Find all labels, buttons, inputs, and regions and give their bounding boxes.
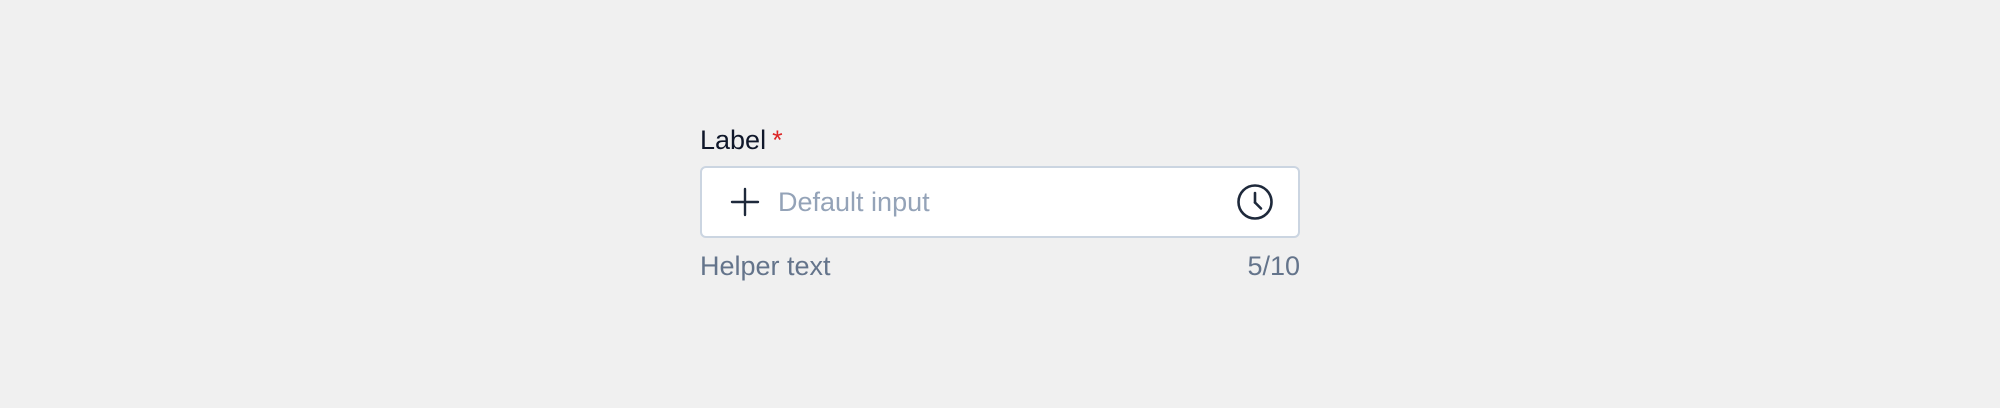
- label-row: Label *: [700, 122, 1300, 158]
- helper-row: Helper text 5/10: [700, 248, 1300, 284]
- helper-text: Helper text: [700, 251, 831, 281]
- text-field: Label * Helper text 5/10: [700, 122, 1300, 284]
- default-input[interactable]: [778, 182, 1224, 222]
- input-container[interactable]: [700, 166, 1300, 238]
- required-indicator: *: [772, 125, 783, 155]
- plus-icon[interactable]: [730, 187, 760, 217]
- character-counter: 5/10: [1247, 251, 1300, 281]
- field-label: Label: [700, 125, 767, 155]
- clock-icon[interactable]: [1236, 183, 1274, 221]
